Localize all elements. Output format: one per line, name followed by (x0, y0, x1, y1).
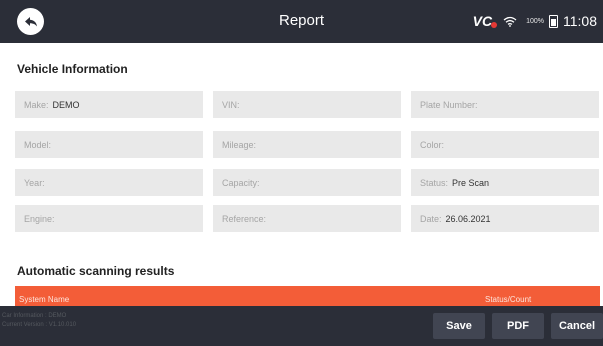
report-content: Vehicle Information Make: DEMO VIN: Plate… (0, 43, 603, 306)
make-label: Make: (24, 99, 49, 110)
vehicle-info-heading: Vehicle Information (17, 62, 128, 76)
vci-logo: VC (473, 13, 498, 29)
date-value: 26.06.2021 (445, 213, 491, 224)
column-status-count: Status/Count (485, 295, 532, 304)
current-version: Current Version : V1.10.010 (2, 322, 77, 328)
clock: 11:08 (563, 13, 597, 29)
vin-field: VIN: (213, 91, 401, 118)
reference-label: Reference: (222, 213, 267, 224)
date-label: Date: (420, 213, 442, 224)
status-value: Pre Scan (452, 177, 490, 188)
color-field: Color: (411, 131, 599, 158)
reference-field: Reference: (213, 205, 401, 232)
top-bar: Report VC 100% 11:08 (0, 0, 603, 43)
wifi-icon (503, 16, 517, 27)
engine-label: Engine: (24, 213, 55, 224)
vin-label: VIN: (222, 99, 240, 110)
cancel-button[interactable]: Cancel (551, 313, 603, 339)
plate-field: Plate Number: (411, 91, 599, 118)
mileage-label: Mileage: (222, 139, 257, 150)
column-system-name: System Name (19, 295, 70, 304)
capacity-field: Capacity: (213, 169, 401, 196)
model-label: Model: (24, 139, 52, 150)
make-field: Make: DEMO (15, 91, 203, 118)
battery-icon (549, 14, 558, 28)
year-field: Year: (15, 169, 203, 196)
year-label: Year: (24, 177, 45, 188)
status-area: VC 100% 11:08 (473, 11, 597, 31)
results-table-header: System Name Status/Count (15, 286, 600, 306)
capacity-label: Capacity: (222, 177, 260, 188)
status-label: Status: (420, 177, 449, 188)
scan-results-heading: Automatic scanning results (17, 264, 175, 278)
device-info: Car Information : DEMO Current Version :… (2, 312, 76, 330)
save-button[interactable]: Save (433, 313, 485, 339)
model-field: Model: (15, 131, 203, 158)
mileage-field: Mileage: (213, 131, 401, 158)
vci-status-dot (491, 22, 498, 28)
pdf-button[interactable]: PDF (492, 313, 544, 339)
car-information: Car Information : DEMO (2, 313, 67, 319)
plate-label: Plate Number: (420, 99, 478, 110)
date-field: Date: 26.06.2021 (411, 205, 599, 232)
battery-percent: 100% (526, 17, 544, 25)
status-field: Status: Pre Scan (411, 169, 599, 196)
make-value: DEMO (52, 99, 80, 110)
bottom-bar: Car Information : DEMO Current Version :… (0, 306, 603, 346)
color-label: Color: (420, 139, 445, 150)
engine-field: Engine: (15, 205, 203, 232)
